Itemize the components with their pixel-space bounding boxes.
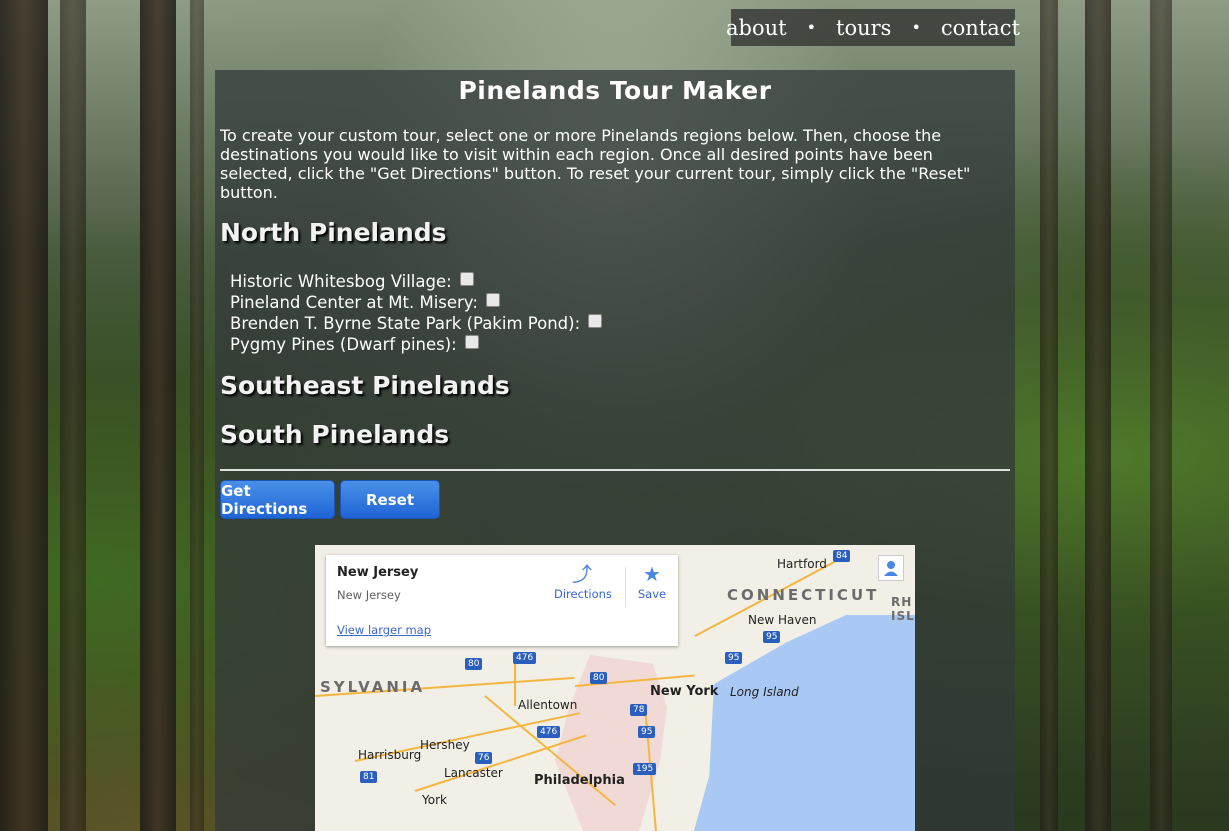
intro-text: To create your custom tour, select one o… (220, 126, 971, 202)
section-south-pinelands[interactable]: South Pinelands (220, 420, 449, 449)
state-label: CONNECTICUT (727, 586, 880, 604)
route-shield: 476 (513, 652, 537, 664)
option-whitesbog: Historic Whitesbog Village: (230, 271, 602, 292)
route-shield: 95 (725, 652, 743, 664)
state-label: RH ISL (891, 595, 915, 623)
tour-maker-panel: Pinelands Tour Maker To create your cust… (215, 70, 1015, 831)
nav-separator: • (911, 18, 921, 37)
option-pakim-pond: Brenden T. Byrne State Park (Pakim Pond)… (230, 313, 603, 334)
top-nav: about • tours • contact (726, 9, 1020, 46)
directions-button[interactable]: ⤴ Directions (554, 562, 612, 601)
option-label: Pineland Center at Mt. Misery: (230, 293, 478, 312)
get-directions-button[interactable]: Get Directions (220, 480, 335, 519)
city-label: Long Island (730, 685, 799, 699)
city-label: Hartford (777, 557, 827, 571)
route-shield: 84 (833, 550, 851, 562)
nav-tours[interactable]: tours (836, 16, 891, 40)
route-shield: 195 (633, 763, 657, 775)
route-shield: 80 (590, 672, 608, 684)
pygmy-pines-checkbox[interactable] (464, 335, 479, 349)
nav-separator: • (806, 18, 817, 37)
state-label: SYLVANIA (320, 678, 426, 696)
mt-misery-checkbox[interactable] (485, 293, 500, 307)
divider (220, 469, 1010, 471)
embedded-map[interactable]: CONNECTICUT SYLVANIA RH ISL Hartford New… (315, 545, 915, 831)
route-shield: 78 (630, 704, 648, 716)
nav-about[interactable]: about (726, 16, 787, 40)
option-label: Brenden T. Byrne State Park (Pakim Pond)… (230, 314, 581, 333)
city-label: Philadelphia (534, 773, 625, 788)
city-label: Hershey (420, 738, 470, 752)
nav-contact[interactable]: contact (941, 16, 1020, 40)
user-icon[interactable] (878, 555, 904, 581)
route-shield: 76 (475, 752, 493, 764)
ocean (690, 615, 915, 831)
directions-label: Directions (554, 587, 612, 601)
section-southeast-pinelands[interactable]: Southeast Pinelands (220, 371, 510, 400)
north-options-list: Historic Whitesbog Village: Pineland Cen… (230, 271, 603, 355)
city-label: Allentown (518, 698, 578, 712)
city-label: New York (650, 684, 719, 699)
city-label: New Haven (748, 613, 817, 627)
route-shield: 95 (638, 726, 656, 738)
star-icon: ★ (643, 562, 661, 586)
save-button[interactable]: ★ Save (634, 563, 670, 601)
place-address: New Jersey (337, 588, 401, 602)
reset-button[interactable]: Reset (340, 480, 440, 519)
option-pygmy-pines: Pygmy Pines (Dwarf pines): (230, 334, 602, 355)
city-label: Lancaster (444, 766, 503, 780)
divider (625, 567, 626, 607)
whitesbog-checkbox[interactable] (459, 272, 474, 286)
route-shield: 476 (537, 726, 561, 738)
view-larger-map-link[interactable]: View larger map (337, 623, 431, 637)
directions-icon: ⤴ (572, 562, 592, 586)
page-title: Pinelands Tour Maker (458, 76, 772, 105)
route-shield: 81 (360, 771, 378, 783)
city-label: York (422, 793, 447, 807)
section-north-pinelands[interactable]: North Pinelands (220, 218, 447, 247)
save-label: Save (637, 587, 667, 601)
option-label: Historic Whitesbog Village: (230, 272, 452, 291)
place-card: New Jersey New Jersey View larger map ⤴ … (326, 555, 678, 646)
option-label: Pygmy Pines (Dwarf pines): (230, 335, 457, 354)
route-shield: 80 (465, 658, 483, 670)
city-label: Harrisburg (358, 748, 422, 762)
place-name: New Jersey (337, 565, 419, 580)
pakim-pond-checkbox[interactable] (588, 314, 603, 328)
route-shield: 95 (763, 631, 781, 643)
option-mt-misery: Pineland Center at Mt. Misery: (230, 292, 602, 313)
